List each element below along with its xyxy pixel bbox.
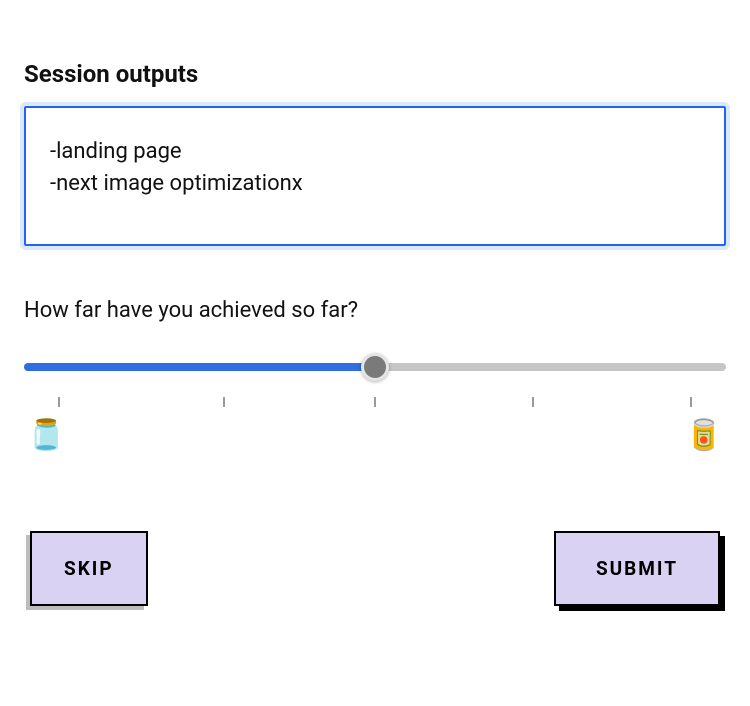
- skip-button[interactable]: SKIP: [30, 531, 148, 606]
- slider-tick: [374, 397, 376, 407]
- session-outputs-input[interactable]: -landing page -next image optimizationx: [24, 106, 726, 246]
- progress-slider[interactable]: [24, 351, 726, 381]
- slider-thumb[interactable]: [361, 353, 389, 381]
- slider-ticks: [24, 397, 726, 417]
- slider-tick: [58, 397, 60, 407]
- button-row: SKIP SUBMIT: [24, 531, 726, 606]
- can-icon: 🥫: [685, 421, 722, 451]
- jar-icon: 🫙: [28, 421, 65, 451]
- slider-fill: [24, 363, 375, 371]
- slider-tick: [532, 397, 534, 407]
- slider-tick: [223, 397, 225, 407]
- slider-endpoint-icons: 🫙 🥫: [24, 421, 726, 461]
- slider-question-label: How far have you achieved so far?: [24, 298, 726, 323]
- submit-button[interactable]: SUBMIT: [554, 531, 720, 606]
- slider-tick: [690, 397, 692, 407]
- section-title: Session outputs: [24, 60, 726, 88]
